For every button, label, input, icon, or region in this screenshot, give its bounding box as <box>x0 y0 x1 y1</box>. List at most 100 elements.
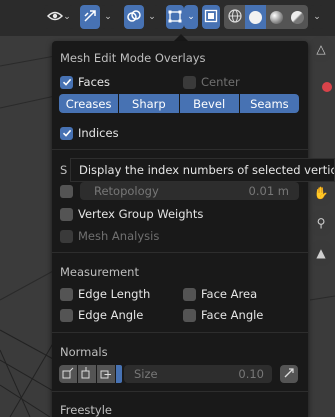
chevron-down-icon: ⌄ <box>63 12 71 22</box>
chevron-down-icon: ⌄ <box>313 12 321 22</box>
divider <box>52 332 308 333</box>
vertex-normal-icon <box>62 367 74 382</box>
mesh-edit-overlay-toggle[interactable] <box>166 5 184 29</box>
checkmark-icon <box>60 75 73 89</box>
resize-diagonal-icon <box>283 367 295 382</box>
mesh-edit-overlay-dropdown[interactable]: ⌄ <box>184 5 198 29</box>
divider <box>52 391 308 392</box>
overlay-dropdown[interactable]: ⌄ <box>145 5 159 29</box>
xray-toggle[interactable] <box>202 5 220 29</box>
edge-length-label: Edge Length <box>78 287 151 301</box>
toggle-icon: △ <box>316 42 326 56</box>
xray-icon <box>204 9 218 26</box>
popover-arrow <box>174 34 188 41</box>
bevel-toggle[interactable]: Bevel <box>179 94 239 113</box>
freestyle-title: Freestyle <box>60 403 112 417</box>
overlay-icon <box>127 9 141 26</box>
split-normals-button[interactable] <box>78 365 96 383</box>
constant-screen-size-button[interactable] <box>280 365 298 383</box>
checkbox-box <box>183 75 196 89</box>
face-angle-label: Face Angle <box>201 308 264 322</box>
size-value: 0.10 <box>238 367 264 381</box>
checkbox-box <box>60 184 73 198</box>
face-area-label: Face Area <box>201 287 258 301</box>
indices-tooltip: Display the index numbers of selected ve… <box>70 158 335 182</box>
visibility-eye-icon <box>47 10 64 25</box>
vertex-normals-button[interactable] <box>59 365 77 383</box>
checkbox-box <box>60 308 73 322</box>
camera-icon: ▲ <box>316 246 326 260</box>
checkmark-icon <box>60 126 73 140</box>
checkbox-box <box>60 287 73 301</box>
seams-toggle[interactable]: Seams <box>239 94 299 113</box>
wireframe-shading-icon <box>227 8 242 26</box>
material-shading-icon <box>270 10 283 24</box>
popover-title: Mesh Edit Mode Overlays <box>60 51 206 65</box>
shading-mode-group <box>224 5 308 29</box>
visibility-button[interactable]: ⌄ <box>44 5 74 29</box>
hand-pan-icon: ✋ <box>313 186 329 200</box>
mesh-edit-overlays-popover: Mesh Edit Mode Overlays Faces Center Cre… <box>52 41 308 417</box>
checkbox-box <box>183 287 196 301</box>
indices-checkbox[interactable]: Indices <box>60 125 119 141</box>
edge-length-checkbox[interactable]: Edge Length <box>60 286 150 302</box>
gizmo-toggle[interactable] <box>80 5 100 29</box>
rendered-shading-button[interactable] <box>287 5 308 29</box>
rendered-shading-icon <box>291 10 304 24</box>
gizmo-icon <box>83 9 97 26</box>
sharp-toggle[interactable]: Sharp <box>119 94 179 113</box>
checkbox-box <box>183 308 196 322</box>
mesh-analysis-checkbox: Mesh Analysis <box>60 228 159 244</box>
normals-display-buttons <box>59 365 122 383</box>
zoom-button[interactable]: ⚲ <box>308 210 334 236</box>
normals-size-field[interactable]: Size 0.10 <box>124 365 272 383</box>
wireframe-shading-button[interactable] <box>224 5 245 29</box>
face-normal-icon <box>100 367 112 382</box>
shading-dropdown[interactable]: ⌄ <box>310 5 324 29</box>
gizmo-dropdown[interactable]: ⌄ <box>101 5 115 29</box>
retopology-offset-field[interactable]: Retopology 0.01 m <box>80 182 299 200</box>
overlay-toggle[interactable] <box>124 5 144 29</box>
zoom-icon: ⚲ <box>316 216 326 230</box>
faces-label: Faces <box>78 75 110 89</box>
retopology-checkbox[interactable] <box>60 183 78 199</box>
divider <box>52 149 308 150</box>
axis-x-gizmo[interactable] <box>322 82 332 92</box>
edge-angle-checkbox[interactable]: Edge Angle <box>60 307 143 323</box>
vertex-group-weights-checkbox[interactable]: Vertex Group Weights <box>60 206 203 222</box>
indices-label: Indices <box>78 126 119 140</box>
face-normals-button[interactable] <box>97 365 115 383</box>
creases-toggle[interactable]: Creases <box>59 94 119 113</box>
size-label: Size <box>134 367 158 381</box>
material-shading-button[interactable] <box>266 5 287 29</box>
edge-display-segment: Creases Sharp Bevel Seams <box>59 94 299 113</box>
pan-button[interactable]: ✋ <box>308 180 334 206</box>
faces-checkbox[interactable]: Faces <box>60 74 110 90</box>
retopology-label: Retopology <box>94 184 159 198</box>
checkbox-box <box>60 229 73 243</box>
edge-angle-label: Edge Angle <box>78 308 144 322</box>
mesh-analysis-label: Mesh Analysis <box>78 229 160 243</box>
solid-shading-button[interactable] <box>245 5 266 29</box>
viewport-header: ⌄ ⌄ ⌄ ⌄ ⌄ <box>0 0 335 36</box>
chevron-down-icon: ⌄ <box>187 12 195 22</box>
chevron-down-icon: ⌄ <box>148 12 156 22</box>
center-label: Center <box>201 75 240 89</box>
viewport-tool-button[interactable]: △ <box>308 36 334 62</box>
center-checkbox: Center <box>183 74 240 90</box>
retopology-value: 0.01 m <box>248 184 289 198</box>
face-angle-checkbox[interactable]: Face Angle <box>183 307 263 323</box>
face-area-checkbox[interactable]: Face Area <box>183 286 257 302</box>
measurement-title: Measurement <box>60 265 139 279</box>
divider <box>52 252 308 253</box>
normals-active-indicator <box>116 365 122 383</box>
camera-button[interactable]: ▲ <box>308 240 334 266</box>
solid-shading-icon <box>249 10 262 24</box>
split-normal-icon <box>81 366 93 382</box>
shading-section-title-partial: S <box>60 163 68 177</box>
checkbox-box <box>60 207 73 221</box>
mesh-select-overlay-icon <box>168 9 182 26</box>
normals-title: Normals <box>60 345 108 359</box>
vertex-group-weights-label: Vertex Group Weights <box>78 207 204 221</box>
tooltip-text: Display the index numbers of selected ve… <box>79 163 334 177</box>
